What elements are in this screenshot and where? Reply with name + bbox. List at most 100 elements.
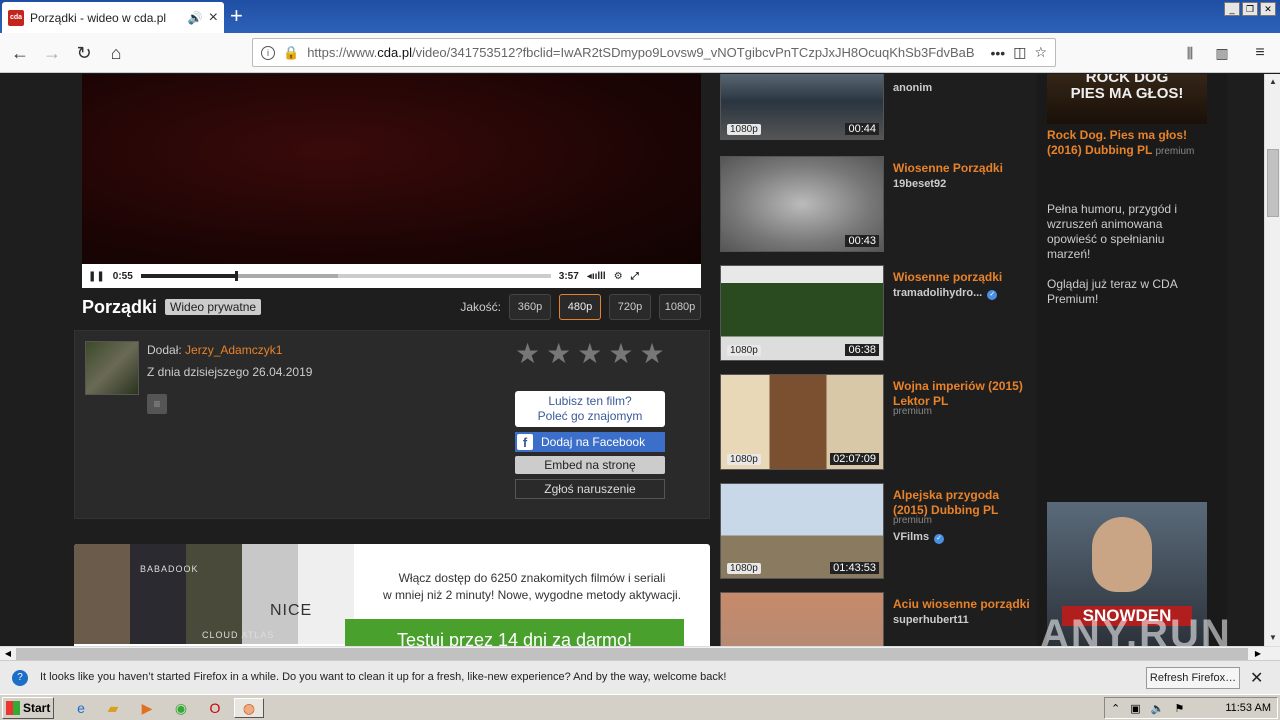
- reload-icon[interactable]: ↻: [70, 39, 98, 67]
- video-thumbnail[interactable]: 1080p 00:44: [720, 74, 884, 140]
- flag-icon[interactable]: ⚑: [1174, 702, 1184, 715]
- video-info-box: Dodał: Jerzy_Adamczyk1 Z dnia dzisiejsze…: [74, 330, 710, 519]
- network-icon[interactable]: ▣: [1130, 702, 1140, 715]
- vertical-scrollbar[interactable]: ▲ ▼: [1264, 74, 1280, 646]
- list-menu-icon[interactable]: ≡: [147, 394, 167, 414]
- uploader-link[interactable]: Jerzy_Adamczyk1: [185, 343, 282, 357]
- video-title[interactable]: Wiosenne Porządki: [893, 161, 1033, 176]
- video-thumbnail[interactable]: 1080p 02:07:09: [720, 374, 884, 470]
- new-tab-button[interactable]: +: [230, 4, 243, 28]
- scroll-right-icon[interactable]: ▶: [1252, 648, 1264, 660]
- facebook-share-button[interactable]: f Dodaj na Facebook: [515, 432, 665, 452]
- folder-icon[interactable]: ▰: [102, 698, 124, 718]
- fullscreen-icon[interactable]: ⤢: [631, 271, 639, 282]
- video-thumbnail[interactable]: 00:43: [720, 156, 884, 252]
- video-user[interactable]: superhubert11: [893, 614, 969, 626]
- library-icon[interactable]: ⫼: [1176, 39, 1204, 67]
- internet-explorer-icon[interactable]: e: [70, 698, 92, 718]
- opera-icon[interactable]: O: [204, 698, 226, 718]
- premium-promo-banner[interactable]: BABADOOK CLOUD ATLAS NICE Włącz dostęp d…: [74, 544, 710, 646]
- star-1-icon[interactable]: ★: [515, 339, 540, 369]
- video-thumbnail[interactable]: 1080p 01:43:53: [720, 483, 884, 579]
- start-button[interactable]: Start: [2, 697, 54, 719]
- quality-360p[interactable]: 360p: [509, 294, 551, 320]
- url-prefix: https://www.: [307, 45, 378, 60]
- speaker-icon[interactable]: 🔊: [188, 11, 203, 25]
- pocket-icon[interactable]: ◫: [1013, 44, 1026, 61]
- video-user[interactable]: VFilms ✓: [893, 531, 945, 544]
- rock-dog-poster[interactable]: ROCK DOG PIES MA GŁOS!: [1047, 74, 1207, 124]
- scroll-left-icon[interactable]: ◀: [2, 648, 14, 660]
- rock-dog-cta[interactable]: Oglądaj już teraz w CDA Premium!: [1047, 277, 1207, 307]
- video-frame[interactable]: [82, 74, 701, 264]
- firefox-taskbar-icon[interactable]: ◍: [234, 698, 264, 718]
- video-thumbnail[interactable]: 1080p 06:38: [720, 265, 884, 361]
- maximize-button[interactable]: ❐: [1242, 2, 1258, 16]
- scroll-up-icon[interactable]: ▲: [1267, 76, 1279, 88]
- video-title[interactable]: Wojna imperiów (2015) Lektor PL: [893, 379, 1033, 409]
- video-user[interactable]: tramadolihydro... ✓: [893, 287, 998, 300]
- added-by: Dodał: Jerzy_Adamczyk1: [147, 343, 282, 357]
- list-item[interactable]: 1080p 02:07:09 Wojna imperiów (2015) Lek…: [720, 374, 1030, 470]
- video-title[interactable]: Wiosenne porządki: [893, 270, 1033, 285]
- scrollbar-thumb[interactable]: [16, 648, 1248, 660]
- forward-arrow-icon[interactable]: →: [38, 39, 66, 67]
- close-window-button[interactable]: ✕: [1260, 2, 1276, 16]
- page-actions-icon[interactable]: •••: [990, 45, 1005, 61]
- back-arrow-icon[interactable]: ←: [6, 39, 34, 67]
- scrollbar-thumb[interactable]: [1267, 149, 1279, 217]
- duration: 3:57: [558, 270, 579, 282]
- refresh-firefox-button[interactable]: Refresh Firefox…: [1146, 667, 1240, 689]
- clock: 11:53 AM: [1225, 702, 1271, 714]
- quality-1080p[interactable]: 1080p: [659, 294, 701, 320]
- video-thumbnail[interactable]: [720, 592, 884, 646]
- settings-gear-icon[interactable]: ⚙: [614, 271, 623, 282]
- star-2-icon[interactable]: ★: [546, 339, 571, 369]
- media-player-icon[interactable]: ▶: [136, 698, 158, 718]
- progress-handle[interactable]: [235, 271, 239, 281]
- avatar[interactable]: [85, 341, 139, 395]
- star-3-icon[interactable]: ★: [577, 339, 602, 369]
- video-title[interactable]: Alpejska przygoda (2015) Dubbing PL: [893, 488, 1033, 518]
- tray-expand-icon[interactable]: ⌃: [1111, 702, 1120, 715]
- rock-dog-title[interactable]: Rock Dog. Pies ma głos! (2016) Dubbing P…: [1047, 128, 1217, 159]
- star-4-icon[interactable]: ★: [608, 339, 633, 369]
- list-item[interactable]: 1080p 06:38 Wiosenne porządki tramadolih…: [720, 265, 1030, 361]
- promo-text: Włącz dostęp do 6250 znakomitych filmów …: [354, 570, 710, 604]
- bookmark-star-icon[interactable]: ☆: [1034, 44, 1047, 61]
- pause-icon[interactable]: ❚❚: [88, 271, 105, 282]
- home-icon[interactable]: ⌂: [102, 39, 130, 67]
- lock-icon[interactable]: 🔒: [283, 45, 299, 61]
- info-icon[interactable]: i: [261, 45, 275, 60]
- list-item[interactable]: 1080p 00:44 anonim: [720, 74, 1030, 140]
- hamburger-menu-icon[interactable]: ≡: [1246, 39, 1274, 67]
- url-text[interactable]: https://www.cda.pl/video/341753512?fbcli…: [307, 45, 982, 60]
- video-user[interactable]: 19beset92: [893, 178, 946, 190]
- horizontal-scrollbar[interactable]: ◀ ▶: [0, 646, 1280, 660]
- video-title[interactable]: Aciu wiosenne porządki: [893, 597, 1033, 612]
- volume-icon[interactable]: ◂ıılll: [587, 271, 606, 282]
- sidebar-toggle-icon[interactable]: ▥: [1208, 39, 1236, 67]
- progress-bar[interactable]: [140, 271, 551, 281]
- system-tray: ⌃ ▣ 🔈 ⚑ 11:53 AM: [1104, 697, 1278, 719]
- embed-button[interactable]: Embed na stronę: [515, 456, 665, 474]
- list-item[interactable]: 1080p 01:43:53 Alpejska przygoda (2015) …: [720, 483, 1030, 579]
- volume-icon[interactable]: 🔈: [1151, 702, 1165, 715]
- quality-badge: 1080p: [727, 345, 761, 356]
- poster-text: CLOUD ATLAS: [202, 630, 275, 640]
- list-item[interactable]: Aciu wiosenne porządki superhubert11: [720, 592, 1030, 646]
- minimize-button[interactable]: _: [1224, 2, 1240, 16]
- chrome-icon[interactable]: ◉: [170, 698, 192, 718]
- free-trial-button[interactable]: Testuj przez 14 dni za darmo!: [345, 619, 684, 646]
- list-item[interactable]: 00:43 Wiosenne Porządki 19beset92: [720, 156, 1030, 252]
- address-bar[interactable]: i 🔒 https://www.cda.pl/video/341753512?f…: [252, 38, 1056, 67]
- close-notification-icon[interactable]: ✕: [1250, 668, 1263, 688]
- report-button[interactable]: Zgłoś naruszenie: [515, 479, 665, 499]
- video-user[interactable]: anonim: [893, 82, 932, 94]
- star-5-icon[interactable]: ★: [639, 339, 664, 369]
- close-tab-icon[interactable]: ×: [209, 9, 218, 26]
- browser-tab[interactable]: cda Porządki - wideo w cda.pl 🔊 ×: [2, 2, 224, 33]
- scroll-down-icon[interactable]: ▼: [1267, 632, 1279, 644]
- quality-720p[interactable]: 720p: [609, 294, 651, 320]
- quality-480p[interactable]: 480p: [559, 294, 601, 320]
